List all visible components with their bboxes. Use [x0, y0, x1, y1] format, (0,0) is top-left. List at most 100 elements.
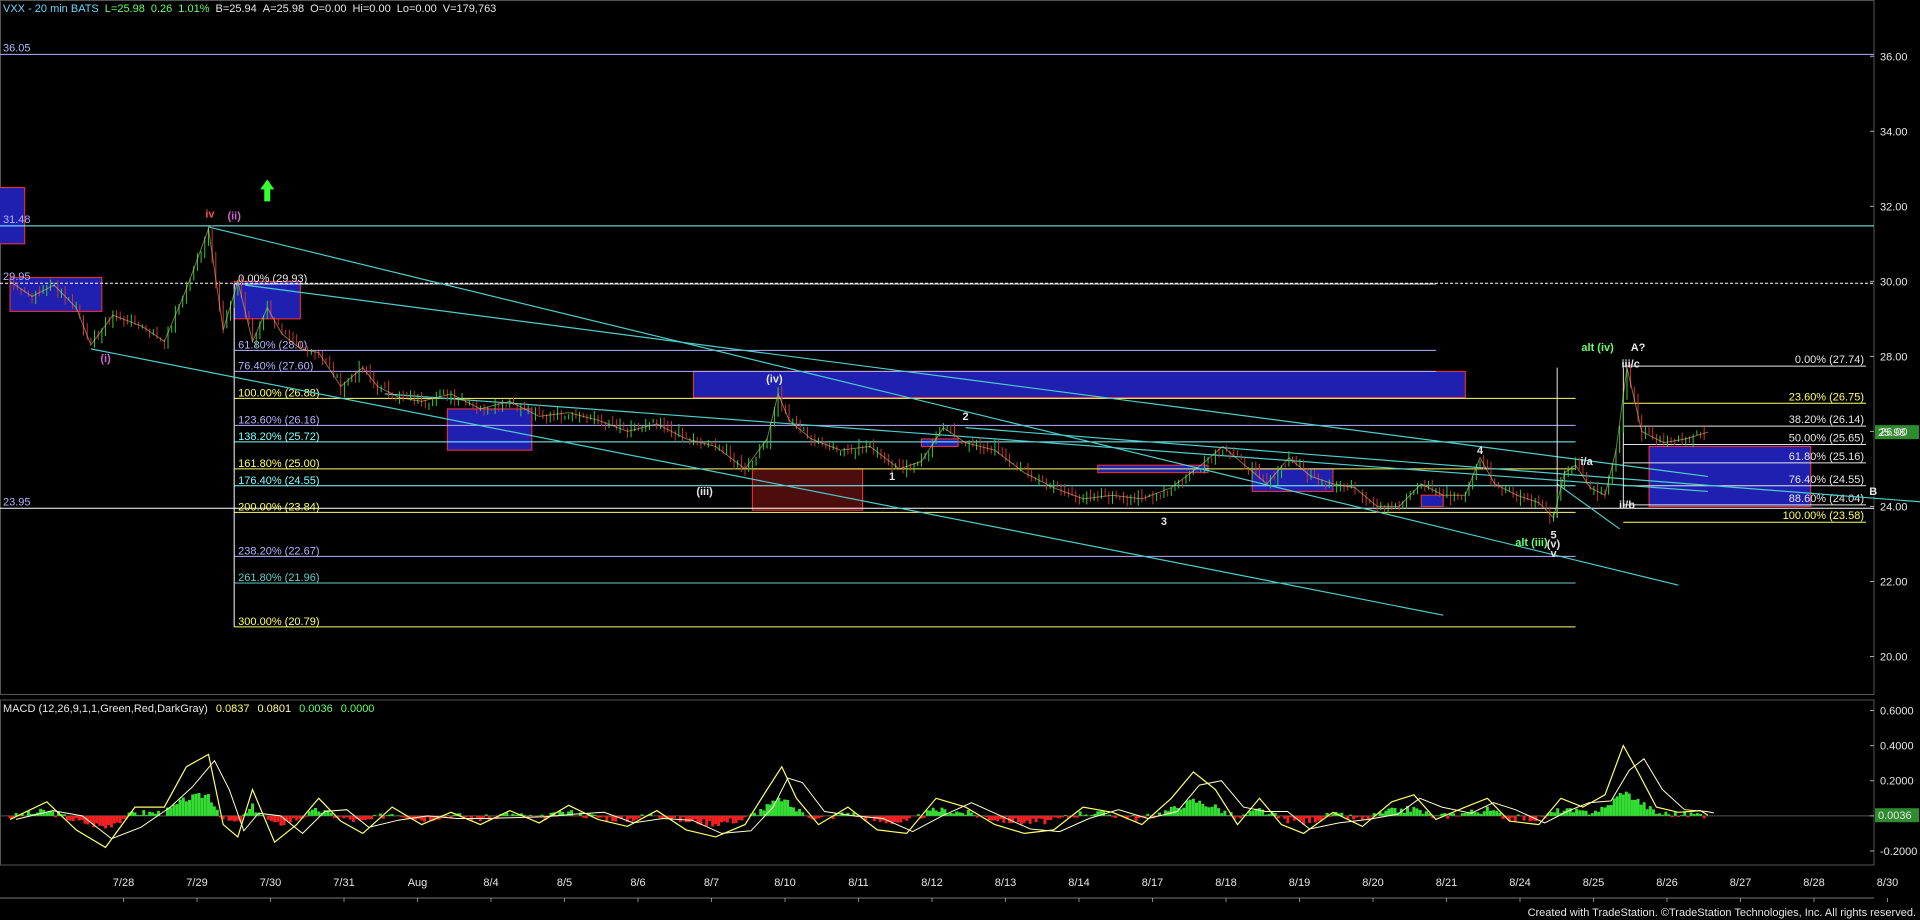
macd-hist-bar — [993, 815, 997, 821]
macd-hist-bar — [1673, 812, 1677, 816]
macd-hist-bar — [1016, 815, 1020, 823]
macd-hist-bar — [1022, 815, 1026, 823]
macd-hist-bar — [1609, 805, 1613, 816]
macd-tick-label: 0.6000 — [1880, 706, 1914, 718]
macd-hist-bar — [1061, 815, 1065, 818]
macd-hist-bar — [1540, 815, 1544, 817]
zone-box — [920, 438, 959, 447]
macd-hist-bar — [737, 815, 741, 821]
macd-hist-bar — [905, 815, 909, 821]
macd-hist-bar — [104, 815, 108, 829]
macd-hist-bar — [1492, 810, 1496, 816]
macd-hist-bar — [62, 814, 66, 816]
time-tick-label: 8/10 — [774, 877, 795, 889]
macd-hist-bar — [142, 810, 146, 816]
macd-hist-bar — [1516, 814, 1520, 816]
time-tick-label: 8/19 — [1289, 877, 1310, 889]
macd-hist-bar — [1289, 815, 1293, 818]
macd-hist-bar — [1226, 815, 1230, 816]
macd-hist-bar — [719, 815, 723, 823]
macd-hist-bar — [581, 815, 585, 818]
macd-hist-bar — [605, 815, 609, 822]
macd-hist-bar — [1590, 813, 1594, 816]
macd-hist-bar — [233, 815, 237, 822]
time-tick-label: Aug — [408, 877, 428, 889]
macd-hist-bar — [837, 815, 841, 816]
macd-hist-bar — [899, 815, 903, 823]
price-tick-label: 22.00 — [1880, 576, 1908, 588]
macd-hist-bar — [759, 808, 763, 816]
macd-hist-bar — [1349, 814, 1353, 816]
macd-hist-bar — [987, 815, 991, 821]
macd-hist-bar — [1063, 815, 1067, 816]
macd-hist-bar — [902, 815, 906, 820]
macd-hist-bar — [175, 804, 179, 816]
time-tick-label: 8/6 — [630, 877, 645, 889]
macd-hist-bar — [540, 814, 544, 816]
macd-hist-bar — [687, 815, 691, 823]
macd-hist-bar — [722, 815, 726, 822]
macd-hist-bar — [1680, 815, 1684, 816]
time-tick-label: 7/31 — [333, 877, 354, 889]
macd-hist-bar — [1594, 810, 1597, 816]
fib-left-label: 200.00% (23.84) — [238, 501, 319, 513]
macd-hist-bar — [248, 808, 252, 816]
macd-value: 0.0000 — [341, 703, 375, 715]
macd-hist-bar — [1454, 815, 1458, 817]
macd-hist-bar — [990, 815, 994, 821]
price-chart[interactable]: 36.05 31.48 29.95 23.95 0.00% (29.93) 61.80% … — [0, 0, 1920, 920]
macd-hist-bar — [1581, 810, 1585, 816]
time-tick-label: 8/5 — [557, 877, 572, 889]
macd-hist-bar — [1331, 813, 1335, 816]
macd-header: MACD (12,26,9,1,1,Green,Red,DarkGray) 0.0… — [3, 703, 374, 715]
macd-hist-bar — [276, 815, 280, 822]
macd-hist-bar — [684, 815, 688, 823]
macd-hist-bar — [1235, 815, 1239, 817]
macd-hist-bar — [1409, 811, 1413, 816]
macd-hist-bar — [1307, 815, 1311, 823]
macd-hist-bar — [1446, 815, 1450, 819]
fib-left-label: 161.80% (25.00) — [238, 458, 319, 470]
wave-label: (i) — [100, 353, 111, 365]
macd-hist-bar — [794, 811, 798, 816]
macd-hist-bar — [121, 815, 125, 819]
macd-hist-bar — [133, 812, 137, 816]
macd-hist-bar — [227, 815, 231, 821]
macd-hist-bar — [1146, 813, 1150, 816]
macd-hist-bar — [984, 815, 988, 818]
time-tick-label: 8/4 — [483, 877, 498, 889]
macd-hist-bar — [964, 814, 967, 816]
macd-hist-bar — [1093, 813, 1097, 816]
macd-hist-bar — [1049, 815, 1053, 821]
macd-hist-bar — [946, 814, 950, 816]
macd-hist-bar — [98, 815, 102, 826]
macd-hist-bar — [151, 812, 155, 816]
macd-hist-bar — [1280, 815, 1284, 817]
level-label: 29.95 — [3, 271, 31, 283]
macd-hist-bar — [1702, 815, 1706, 819]
time-tick-label: 8/27 — [1730, 877, 1751, 889]
macd-hist-bar — [961, 813, 965, 816]
macd-hist-bar — [678, 815, 682, 822]
macd-hist-bar — [1034, 815, 1038, 823]
macd-hist-bar — [780, 801, 784, 816]
macd-hist-bar — [1621, 794, 1625, 816]
macd-hist-bar — [273, 815, 277, 823]
macd-hist-bar — [819, 815, 823, 818]
time-tick-label: 8/25 — [1583, 877, 1604, 889]
zone-box — [1420, 494, 1444, 507]
macd-hist-bar — [955, 811, 959, 816]
wave-label: (iii) — [696, 486, 713, 498]
macd-hist-bar — [893, 815, 897, 823]
macd-hist-bar — [914, 815, 918, 817]
macd-hist-bar — [112, 815, 116, 824]
macd-hist-bar — [402, 815, 406, 818]
macd-hist-bar — [251, 803, 255, 816]
wave-label: v — [1550, 548, 1557, 560]
macd-hist-bar — [1078, 811, 1082, 816]
macd-hist-bar — [348, 815, 352, 820]
macd-hist-bar — [1624, 791, 1628, 816]
time-tick-label: 8/12 — [921, 877, 942, 889]
macd-hist-bar — [209, 802, 213, 816]
macd-hist-bar — [1019, 815, 1023, 825]
